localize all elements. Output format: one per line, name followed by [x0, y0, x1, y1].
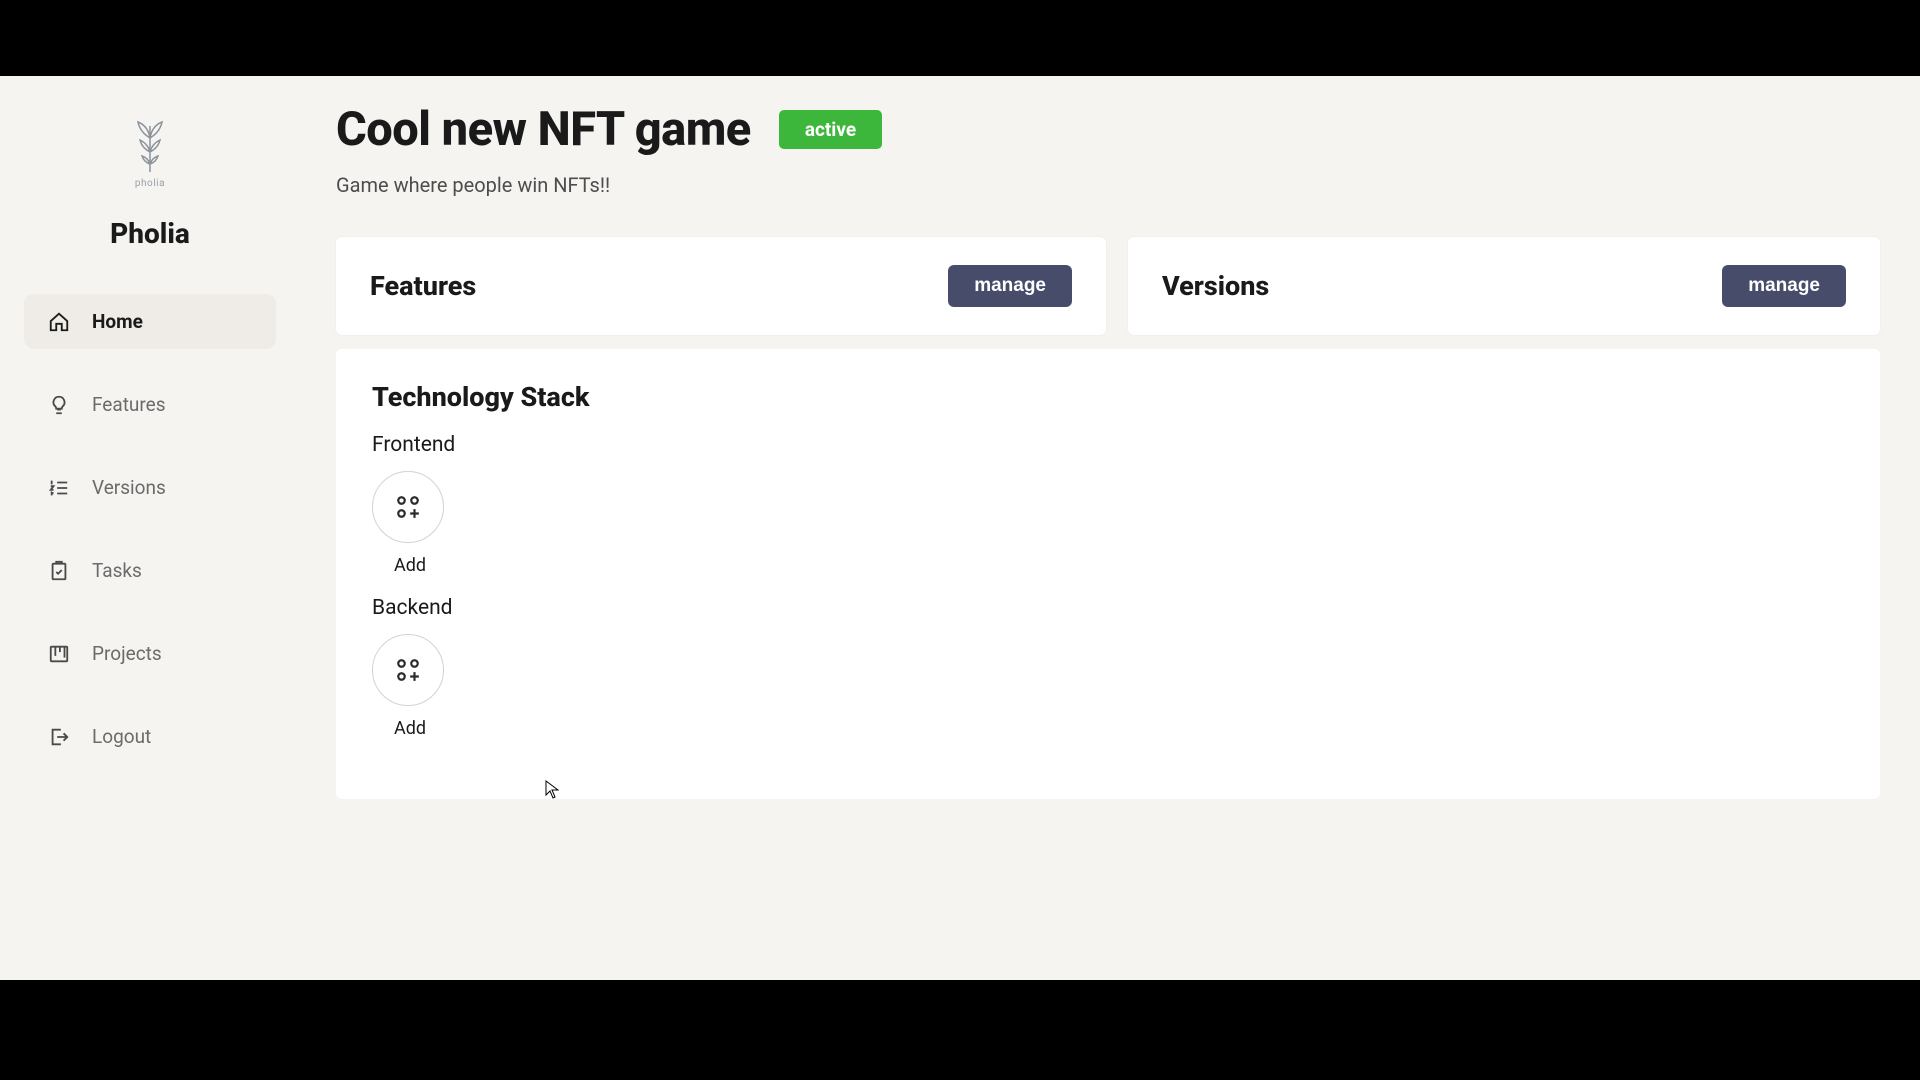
- sidebar-item-logout[interactable]: Logout: [24, 709, 276, 764]
- sidebar-item-features[interactable]: Features: [24, 377, 276, 432]
- add-backend-label: Add: [394, 718, 1844, 739]
- versions-card-title: Versions: [1162, 270, 1269, 302]
- home-icon: [48, 311, 70, 333]
- title-row: Cool new NFT game active: [336, 102, 1880, 157]
- sidebar-item-home[interactable]: Home: [24, 294, 276, 349]
- sidebar-item-label: Features: [92, 393, 166, 416]
- sidebar-nav: Home Features Versions Tasks Projects Lo…: [0, 294, 300, 764]
- sidebar-item-tasks[interactable]: Tasks: [24, 543, 276, 598]
- add-backend-button[interactable]: [372, 634, 444, 706]
- page-title: Cool new NFT game: [336, 102, 751, 157]
- sidebar-item-versions[interactable]: Versions: [24, 460, 276, 515]
- brand-name: Pholia: [110, 217, 190, 250]
- cards-row: Features manage Versions manage: [336, 237, 1880, 335]
- lightbulb-icon: [48, 394, 70, 416]
- sidebar-item-label: Projects: [92, 642, 162, 665]
- sidebar-item-projects[interactable]: Projects: [24, 626, 276, 681]
- tech-section-backend: Backend Add: [372, 596, 1844, 739]
- clipboard-check-icon: [48, 560, 70, 582]
- versions-card: Versions manage: [1128, 237, 1880, 335]
- tech-section-frontend: Frontend Add: [372, 433, 1844, 576]
- manage-versions-button[interactable]: manage: [1722, 265, 1846, 307]
- tech-section-label: Backend: [372, 596, 1844, 620]
- grid-plus-icon: [395, 657, 421, 683]
- tech-section-label: Frontend: [372, 433, 1844, 457]
- logo: pholia: [129, 114, 171, 189]
- add-frontend-button[interactable]: [372, 471, 444, 543]
- list-ordered-icon: [48, 477, 70, 499]
- grid-plus-icon: [395, 494, 421, 520]
- manage-features-button[interactable]: manage: [948, 265, 1072, 307]
- tech-stack-card: Technology Stack Frontend Add Backend: [336, 349, 1880, 799]
- features-card-title: Features: [370, 270, 476, 302]
- sidebar-item-label: Logout: [92, 725, 151, 748]
- sidebar: pholia Pholia Home Features Versions Tas…: [0, 76, 300, 980]
- add-frontend-label: Add: [394, 555, 1844, 576]
- sidebar-item-label: Versions: [92, 476, 166, 499]
- main-content: Cool new NFT game active Game where peop…: [300, 76, 1920, 980]
- kanban-icon: [48, 643, 70, 665]
- tech-stack-title: Technology Stack: [372, 381, 1844, 413]
- sidebar-item-label: Home: [92, 310, 143, 333]
- status-badge: active: [779, 110, 882, 149]
- logo-caption: pholia: [135, 178, 165, 189]
- sidebar-item-label: Tasks: [92, 559, 142, 582]
- logout-icon: [48, 726, 70, 748]
- features-card: Features manage: [336, 237, 1106, 335]
- plant-logo-icon: [129, 114, 171, 174]
- page-subtitle: Game where people win NFTs!!: [336, 173, 1880, 197]
